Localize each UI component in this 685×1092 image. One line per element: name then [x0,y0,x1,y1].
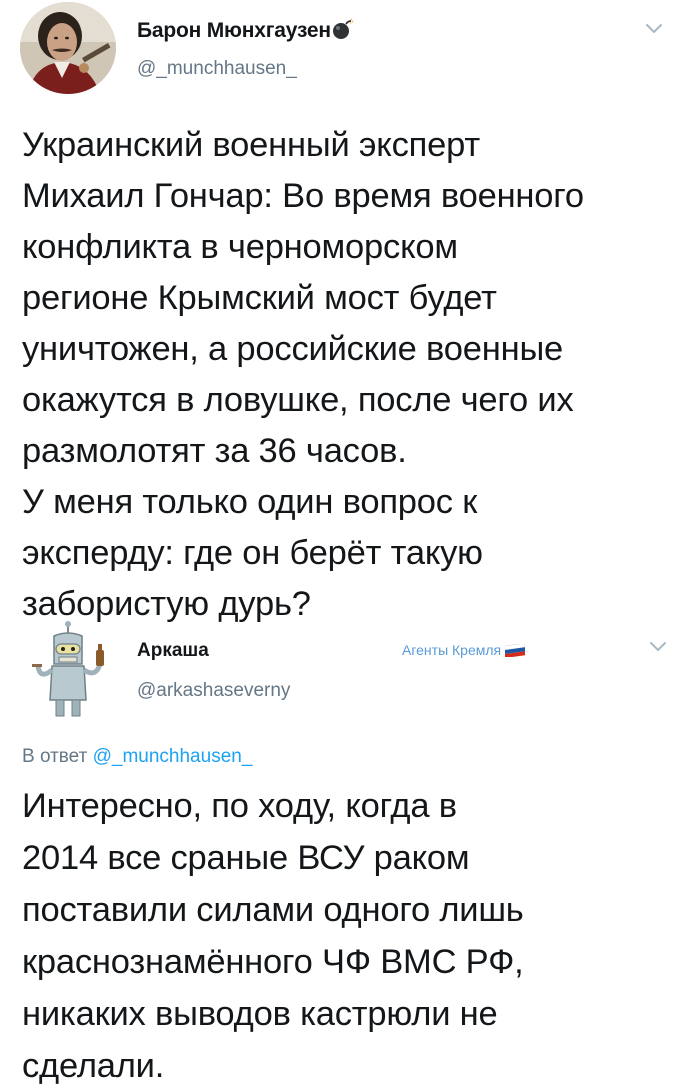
reply-text-line: сделали. [22,1047,165,1085]
tweet-text-line: Украинский военный эксперт [22,126,480,164]
tweet-header: Барон Мюнхгаузен @_munchhausen_ [0,0,685,100]
bomb-icon [332,18,354,46]
tweet-text-line: окажутся в ловушке, после чего их [22,381,574,419]
tweet-text-line: забористую дурь? [22,585,311,623]
russian-flag-icon [504,642,526,660]
tweet-text-line: регионе Крымский мост будет [22,279,497,317]
tweet-text-line: уничтожен, а российские военные [22,330,564,368]
reply-to-mention-link[interactable]: @_munchhausen_ [93,746,253,767]
chevron-down-icon[interactable] [648,640,668,654]
robot-avatar-icon [32,621,104,717]
reply-to-line: В ответ @_munchhausen_ [22,746,252,768]
tweet-text: Украинский военный эксперт Михаил Гончар… [22,120,672,630]
chevron-down-icon[interactable] [644,22,664,36]
reply-text-line: никаких выводов кастрюли не [22,995,498,1033]
tweet-text-line: эксперду: где он берёт такую [22,534,483,572]
reply-author-name[interactable]: Аркаша [137,640,209,662]
reply-text-line: 2014 все сраные ВСУ раком [22,839,470,877]
reply-text-line: краснознамённого ЧФ ВМС РФ, [22,943,524,981]
portrait-avatar-icon [20,2,116,94]
author-name-text: Барон Мюнхгаузен [137,19,331,42]
author-badge: Агенты Кремля [402,642,526,660]
reply-author-avatar[interactable] [30,620,112,720]
author-handle[interactable]: @_munchhausen_ [137,58,297,80]
author-name[interactable]: Барон Мюнхгаузен [137,18,354,46]
reply-text-line: поставили силами одного лишь [22,891,524,929]
reply-to-prefix: В ответ [22,746,88,767]
tweet-text-line: Михаил Гончар: Во время военного [22,177,584,215]
reply-text-line: Интересно, по ходу, когда в [22,787,457,825]
tweet-text-line: размолотят за 36 часов. [22,432,407,470]
author-avatar[interactable] [20,2,116,94]
author-badge-text: Агенты Кремля [402,642,502,658]
tweet-text-line: конфликта в черноморском [22,228,458,266]
reply-author-handle[interactable]: @arkashaseverny [137,680,290,702]
tweet-text-line: У меня только один вопрос к [22,483,478,521]
reply-text: Интересно, по ходу, когда в 2014 все сра… [22,780,672,1092]
